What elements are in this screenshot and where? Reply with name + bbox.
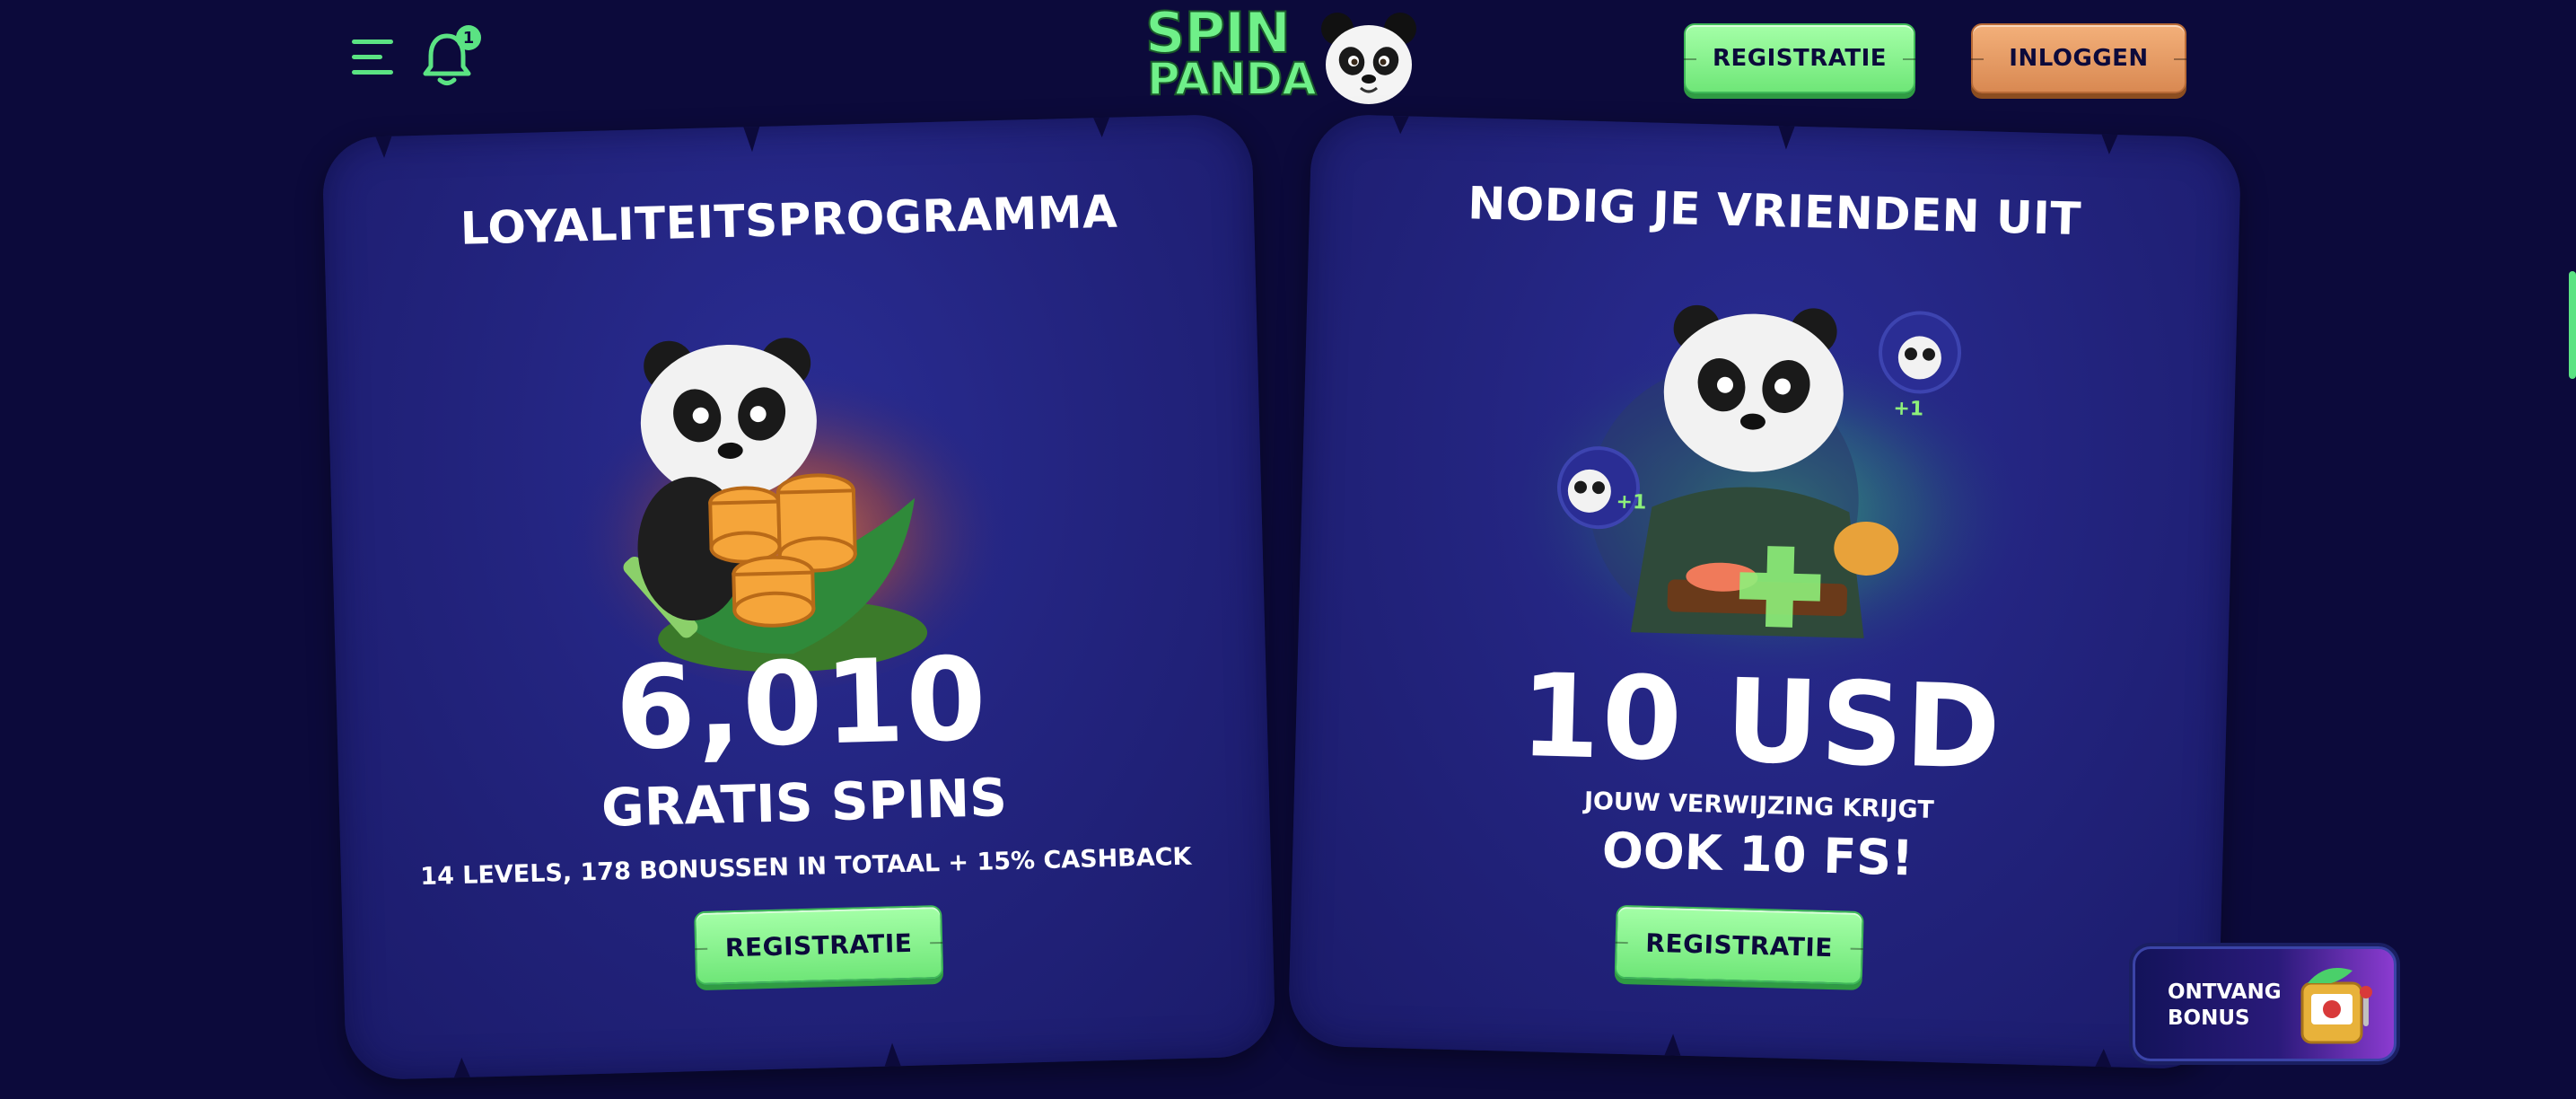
friend-plus-one-badge: +1 <box>1616 491 1646 514</box>
header-login-button[interactable]: INLOGGEN <box>1971 23 2186 93</box>
friend-plus-one-badge: +1 <box>1893 398 1923 421</box>
loyalty-program-card: LOYALITEITSPROGRAMMA 6,010 GRATIS SPINS … <box>321 113 1276 1081</box>
menu-icon[interactable] <box>352 38 395 77</box>
loyalty-register-button[interactable]: REGISTRATIE <box>694 904 944 986</box>
loyalty-card-title: LOYALITEITSPROGRAMMA <box>460 185 1118 255</box>
invite-card-title: NODIG JE VRIENDEN UIT <box>1467 177 2082 246</box>
spin-panda-logo[interactable]: SPIN PANDA <box>1142 0 1418 113</box>
logo-line-spin: SPIN <box>1144 0 1292 66</box>
invite-card-content: NODIG JE VRIENDEN UIT +1 +1 10 USD JOUW … <box>1288 114 2242 1070</box>
invite-friends-card: NODIG JE VRIENDEN UIT +1 +1 10 USD JOUW … <box>1287 113 2242 1070</box>
receive-bonus-widget[interactable]: ONTVANG BONUS <box>2133 946 2396 1061</box>
scrollbar-indicator[interactable] <box>2569 271 2576 379</box>
logo-wordmark: SPIN PANDA <box>1142 0 1318 106</box>
bonus-widget-line2: BONUS <box>2168 1006 2250 1030</box>
loyalty-details-text: 14 LEVELS, 178 BONUSSEN IN TOTAAL + 15% … <box>419 842 1192 892</box>
invite-reward-amount: 10 USD <box>1518 648 2004 796</box>
logo-line-panda: PANDA <box>1146 53 1318 106</box>
loyalty-free-spins-amount: 6,010 <box>613 632 990 777</box>
loyalty-card-content: LOYALITEITSPROGRAMMA 6,010 GRATIS SPINS … <box>321 114 1275 1081</box>
invite-register-button[interactable]: REGISTRATIE <box>1614 904 1864 985</box>
bonus-widget-line1: ONTVANG <box>2168 980 2282 1004</box>
bonus-widget-label: ONTVANG BONUS <box>2168 980 2282 1032</box>
header-register-button[interactable]: REGISTRATIE <box>1684 23 1915 93</box>
page: 1 SPIN PANDA REGISTRATIE INLOGGEN LOYALI… <box>0 0 2576 1099</box>
notification-count-badge: 1 <box>456 25 481 50</box>
panda-face-icon <box>1321 13 1416 104</box>
notifications-button[interactable]: 1 <box>418 23 483 86</box>
slot-machine-icon <box>2300 968 2372 1044</box>
